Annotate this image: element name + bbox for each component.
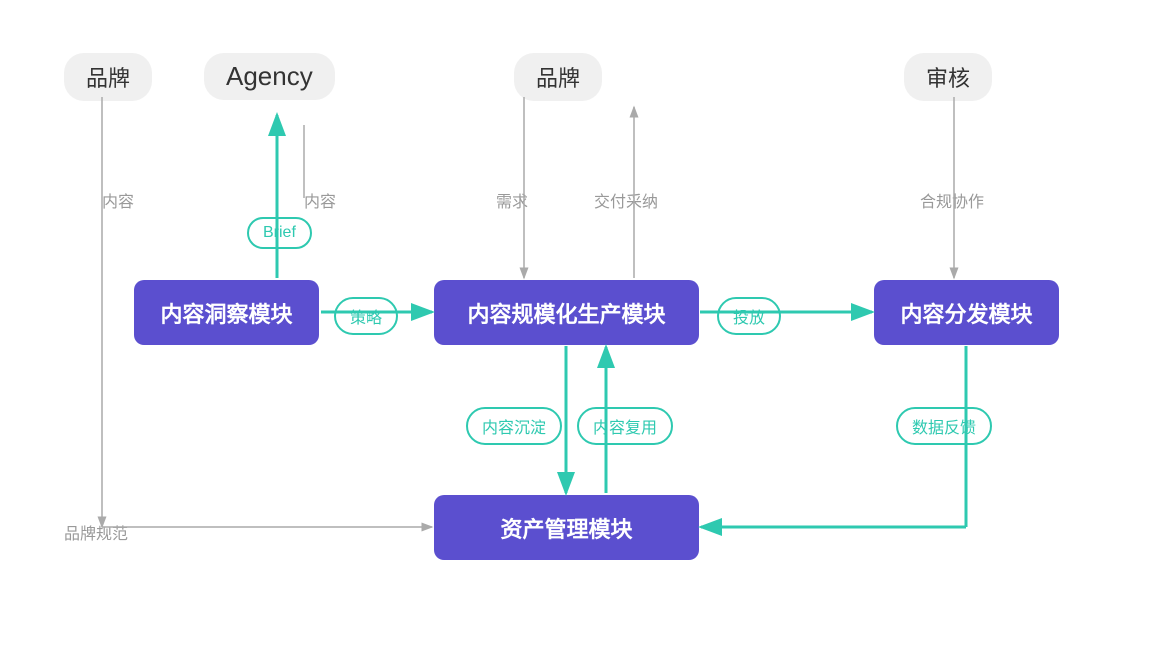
role-agency: Agency [204,53,335,100]
flow-text-jiaofucaina: 交付采纳 [594,188,658,212]
role-shenhe: 审核 [904,53,992,101]
flow-text-pinpai-guifan: 品牌规范 [64,520,128,544]
pill-toufang: 投放 [717,297,781,335]
role-pinpai-center: 品牌 [514,53,602,101]
flow-text-xuqiu: 需求 [496,188,528,212]
pill-neirong-chenji: 内容沉淀 [466,407,562,445]
pill-brief: Brief [247,217,312,249]
pill-shuju-fankui: 数据反馈 [896,407,992,445]
module-production: 内容规模化生产模块 [434,280,699,345]
module-asset: 资产管理模块 [434,495,699,560]
module-distribution: 内容分发模块 [874,280,1059,345]
flow-text-neirong-left: 内容 [102,188,134,212]
role-pinpai-left: 品牌 [64,53,152,101]
diagram: 品牌 Agency 品牌 审核 内容 内容 需求 交付采纳 合规协作 品牌规范 … [34,25,1134,625]
flow-text-neirong-agency: 内容 [304,188,336,212]
pill-celue: 策略 [334,297,398,335]
module-insight: 内容洞察模块 [134,280,319,345]
pill-neirong-fuyong: 内容复用 [577,407,673,445]
flow-text-guihe-xiezuo: 合规协作 [920,188,984,212]
